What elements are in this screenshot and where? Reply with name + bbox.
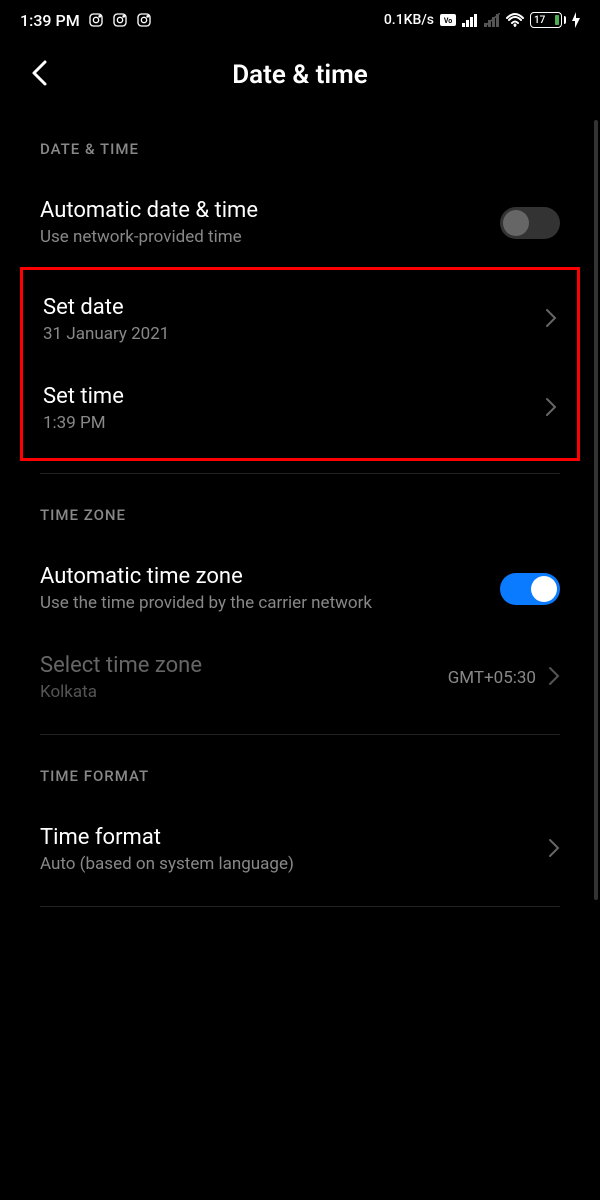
- auto-datetime-subtitle: Use network-provided time: [40, 227, 500, 247]
- battery-icon: 17: [530, 12, 566, 28]
- auto-datetime-title: Automatic date & time: [40, 198, 500, 223]
- auto-timezone-toggle[interactable]: [500, 573, 560, 605]
- signal-icon: [462, 13, 478, 27]
- set-date-value: 31 January 2021: [43, 324, 545, 344]
- select-timezone-title: Select time zone: [40, 653, 448, 678]
- set-date-title: Set date: [43, 295, 545, 320]
- divider: [40, 734, 560, 735]
- divider: [40, 906, 560, 907]
- back-button[interactable]: [30, 59, 48, 91]
- chevron-right-icon: [545, 397, 557, 421]
- set-time-value: 1:39 PM: [43, 413, 545, 433]
- timezone-value: GMT+05:30: [448, 668, 536, 688]
- auto-timezone-subtitle: Use the time provided by the carrier net…: [40, 593, 500, 613]
- signal-icon-weak: [484, 13, 500, 27]
- status-bar: 1:39 PM 0.1KB/s Vo 17: [0, 0, 600, 40]
- section-header-datetime: DATE & TIME: [20, 120, 580, 178]
- data-rate: 0.1KB/s: [384, 12, 434, 28]
- divider: [40, 473, 560, 474]
- set-time-title: Set time: [43, 384, 545, 409]
- auto-timezone-row[interactable]: Automatic time zone Use the time provide…: [20, 544, 580, 633]
- select-timezone-subtitle: Kolkata: [40, 682, 448, 702]
- select-timezone-row: Select time zone Kolkata GMT+05:30: [20, 633, 580, 722]
- auto-datetime-row[interactable]: Automatic date & time Use network-provid…: [20, 178, 580, 267]
- volte-icon: Vo: [440, 14, 456, 26]
- highlight-box: Set date 31 January 2021 Set time 1:39 P…: [20, 267, 580, 461]
- instagram-icon: [88, 12, 104, 28]
- instagram-icon: [136, 12, 152, 28]
- page-title: Date & time: [20, 60, 580, 90]
- scroll-indicator[interactable]: [594, 120, 598, 900]
- wifi-icon: [506, 13, 524, 27]
- set-time-row[interactable]: Set time 1:39 PM: [23, 364, 577, 453]
- chevron-right-icon: [548, 838, 560, 862]
- time-format-subtitle: Auto (based on system language): [40, 854, 548, 874]
- svg-text:Vo: Vo: [444, 17, 452, 25]
- instagram-icon: [112, 12, 128, 28]
- time-format-title: Time format: [40, 825, 548, 850]
- status-time: 1:39 PM: [20, 11, 80, 30]
- set-date-row[interactable]: Set date 31 January 2021: [23, 275, 577, 364]
- chevron-right-icon: [545, 308, 557, 332]
- auto-timezone-title: Automatic time zone: [40, 564, 500, 589]
- auto-datetime-toggle[interactable]: [500, 207, 560, 239]
- section-header-timezone: TIME ZONE: [20, 486, 580, 544]
- charging-icon: [572, 12, 580, 28]
- time-format-row[interactable]: Time format Auto (based on system langua…: [20, 805, 580, 894]
- section-header-timeformat: TIME FORMAT: [20, 747, 580, 805]
- chevron-right-icon: [548, 666, 560, 690]
- header: Date & time: [0, 40, 600, 120]
